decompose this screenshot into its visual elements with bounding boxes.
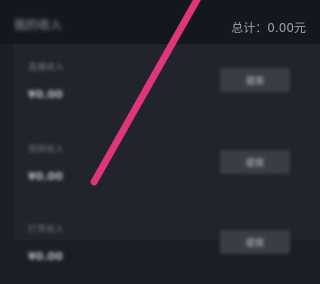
total-amount: 总计：0.00元 [231, 21, 306, 35]
list-item: 打赏收入 ¥0.00 提现 [14, 206, 320, 284]
list-item: 直播收入 ¥0.00 提现 [14, 44, 320, 122]
row-amount: ¥0.00 [28, 88, 63, 101]
page-header: 我的收入 总计：0.00元 [0, 0, 320, 44]
withdraw-button[interactable]: 提现 [220, 150, 290, 174]
withdraw-button[interactable]: 提现 [220, 230, 290, 254]
page-title: 我的收入 [14, 18, 63, 32]
withdraw-button[interactable]: 提现 [220, 68, 290, 92]
row-amount: ¥0.00 [28, 250, 63, 263]
list-item: 视频收入 ¥0.00 提现 [14, 126, 320, 204]
income-list: 直播收入 ¥0.00 提现 视频收入 ¥0.00 提现 打赏收入 ¥0.00 提… [14, 44, 320, 263]
row-label: 视频收入 [28, 145, 65, 155]
row-amount: ¥0.00 [28, 170, 63, 183]
row-label: 直播收入 [28, 63, 65, 73]
row-label: 打赏收入 [28, 225, 65, 235]
